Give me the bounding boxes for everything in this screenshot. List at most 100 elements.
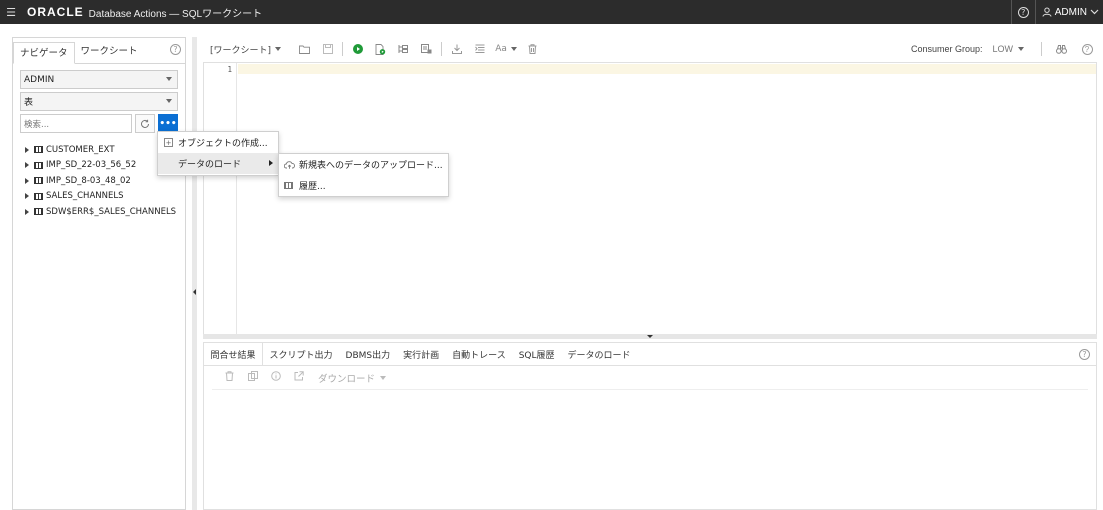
navigator-panel: ナビゲータ ワークシート ? ADMIN 表 検索... ••• CUSTOME…: [12, 37, 186, 510]
format-icon: [474, 44, 485, 53]
help-icon: ?: [1017, 6, 1029, 18]
open-folder-button[interactable]: [293, 39, 316, 59]
tab-explain-plan[interactable]: 実行計画: [397, 343, 446, 365]
run-script-button[interactable]: [369, 39, 392, 59]
navigator-help-icon[interactable]: ?: [170, 44, 181, 55]
toolbar-divider: [441, 42, 443, 56]
collapse-down-icon[interactable]: [647, 335, 653, 338]
object-type-select[interactable]: 表: [20, 92, 178, 111]
menu-item-label: データのロード: [178, 160, 242, 170]
tab-dbms-output[interactable]: DBMS出力: [339, 343, 397, 365]
cloud-upload-icon: [284, 161, 295, 169]
tab-worksheet[interactable]: ワークシート: [75, 41, 144, 63]
font-case-icon: Aa: [495, 44, 507, 54]
hamburger-menu-icon[interactable]: ☰: [0, 6, 22, 19]
expand-arrow-icon[interactable]: [25, 208, 29, 215]
user-name: ADMIN: [1054, 6, 1087, 18]
dropdown-caret-icon: [275, 47, 282, 51]
save-icon: [322, 44, 333, 54]
info-button[interactable]: [266, 371, 285, 384]
submenu-arrow-icon: [269, 160, 273, 166]
worksheet-dropdown-label: [ワークシート]: [210, 45, 272, 56]
expand-arrow-icon[interactable]: [25, 162, 29, 169]
tree-item-1[interactable]: IMP_SD_22-03_56_52: [20, 158, 178, 174]
table-icon: [34, 192, 43, 200]
tab-autotrace[interactable]: 自動トレース: [446, 343, 513, 365]
user-menu-button[interactable]: ADMIN: [1034, 0, 1103, 24]
plus-icon: +: [164, 138, 173, 147]
run-icon: [352, 44, 363, 54]
results-toolbar: ダウンロード: [212, 366, 1088, 390]
navigator-tabs: ナビゲータ ワークシート ?: [13, 38, 185, 64]
consumer-group-select[interactable]: LOW: [992, 44, 1024, 54]
tree-item-label: SDW$ERR$_SALES_CHANNELS: [46, 206, 177, 217]
tree-item-3[interactable]: SALES_CHANNELS: [20, 189, 178, 205]
menu-item-history[interactable]: 履歴...: [279, 175, 448, 196]
help-button[interactable]: ?: [1010, 0, 1035, 24]
schema-select-value: ADMIN: [24, 74, 55, 85]
copy-result-button[interactable]: [243, 371, 262, 384]
folder-icon: [299, 45, 310, 54]
trash-icon: [225, 371, 234, 381]
open-external-button[interactable]: [289, 371, 308, 384]
download-dropdown[interactable]: ダウンロード: [318, 371, 387, 385]
dropdown-caret-icon: [380, 375, 387, 380]
autotrace-button[interactable]: [415, 39, 438, 59]
tree-item-4[interactable]: SDW$ERR$_SALES_CHANNELS: [20, 204, 178, 220]
format-button[interactable]: [468, 39, 491, 59]
results-help-icon[interactable]: ?: [1079, 349, 1090, 360]
dropdown-caret-icon: [510, 47, 517, 51]
menu-item-label: 新規表へのデータのアップロード...: [299, 161, 443, 171]
app-title: Database Actions — SQLワークシート: [88, 8, 263, 20]
consumer-group-value: LOW: [992, 44, 1013, 54]
worksheet-toolbar: [ワークシート] Aa Consumer Group: LOW ?: [203, 39, 1103, 59]
expand-arrow-icon[interactable]: [25, 146, 29, 153]
editor-results-splitter[interactable]: [203, 334, 1097, 339]
table-icon: [34, 146, 43, 154]
results-panel: 問合せ結果 スクリプト出力 DBMS出力 実行計画 自動トレース SQL履歴 デ…: [203, 342, 1097, 510]
save-button[interactable]: [316, 39, 339, 59]
tab-navigator[interactable]: ナビゲータ: [13, 42, 75, 64]
current-line-highlight[interactable]: [238, 64, 1096, 74]
collapse-left-icon[interactable]: [193, 289, 196, 295]
tab-query-result[interactable]: 問合せ結果: [204, 343, 264, 365]
schema-select[interactable]: ADMIN: [20, 70, 178, 89]
tree-item-label: IMP_SD_22-03_56_52: [46, 160, 137, 171]
menu-item-create-object[interactable]: + オブジェクトの作成...: [158, 132, 278, 153]
clear-button[interactable]: [521, 39, 544, 59]
refresh-icon: [141, 119, 149, 128]
dropdown-caret-icon: [166, 77, 172, 81]
dropdown-caret-icon: [166, 99, 172, 103]
help-icon: ?: [1081, 43, 1093, 55]
expand-arrow-icon[interactable]: [25, 193, 29, 200]
find-button[interactable]: [1051, 39, 1071, 59]
tree-item-label: SALES_CHANNELS: [46, 191, 124, 202]
toolbar-help-button[interactable]: ?: [1077, 39, 1097, 59]
autotrace-icon: [421, 44, 432, 54]
explain-plan-button[interactable]: [392, 39, 415, 59]
sql-editor[interactable]: 1: [203, 62, 1097, 334]
oracle-logo: ORACLE: [27, 5, 84, 19]
menu-item-upload-new-table[interactable]: 新規表へのデータのアップロード...: [279, 154, 448, 175]
tab-sql-history[interactable]: SQL履歴: [512, 343, 561, 365]
toolbar-divider: [1041, 42, 1042, 56]
font-case-dropdown[interactable]: Aa: [491, 39, 521, 59]
more-actions-menu: + オブジェクトの作成... データのロード: [157, 131, 279, 176]
tab-script-output[interactable]: スクリプト出力: [263, 343, 339, 365]
panel-splitter[interactable]: [192, 37, 197, 510]
search-input[interactable]: 検索...: [20, 114, 132, 133]
menu-item-data-load[interactable]: データのロード: [158, 153, 278, 174]
tree-item-2[interactable]: IMP_SD_8-03_48_02: [20, 173, 178, 189]
worksheet-dropdown[interactable]: [ワークシート]: [210, 43, 282, 56]
download-dropdown-label: ダウンロード: [318, 373, 376, 385]
refresh-button[interactable]: [135, 114, 155, 133]
tree-item-0[interactable]: CUSTOMER_EXT: [20, 142, 178, 158]
binoculars-icon: [1055, 44, 1067, 54]
download-button[interactable]: [445, 39, 468, 59]
delete-result-button[interactable]: [220, 371, 239, 384]
top-bar: ☰ ORACLE Database Actions — SQLワークシート ? …: [0, 0, 1103, 24]
tree-item-label: IMP_SD_8-03_48_02: [46, 175, 131, 186]
expand-arrow-icon[interactable]: [25, 177, 29, 184]
tab-data-load[interactable]: データのロード: [561, 343, 637, 365]
run-statement-button[interactable]: [346, 39, 369, 59]
